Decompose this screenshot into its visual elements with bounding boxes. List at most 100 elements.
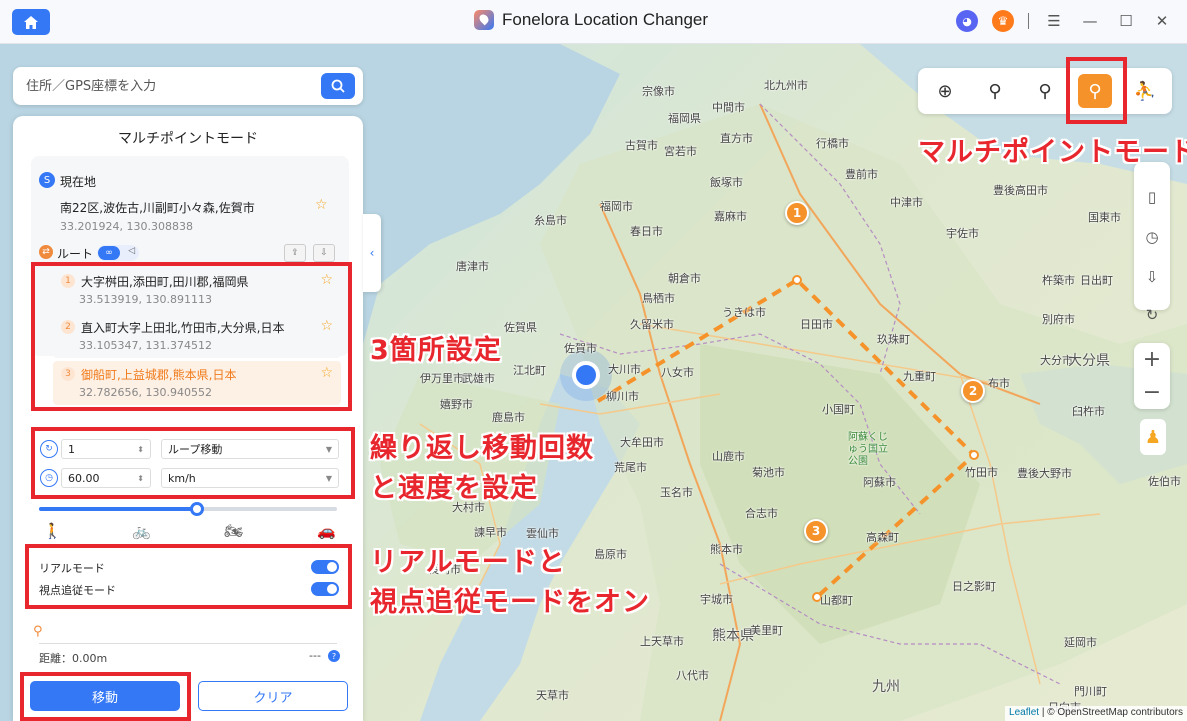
map-place-label: 宇城市 bbox=[700, 593, 733, 606]
map-place-label: 国東市 bbox=[1088, 211, 1121, 224]
distance-remaining: --- bbox=[309, 649, 321, 662]
map-place-label: 糸島市 bbox=[534, 214, 567, 227]
map-region-label: 熊本県 bbox=[712, 628, 754, 644]
import-gpx-icon[interactable]: ⇩ bbox=[1141, 266, 1163, 288]
maximize-icon[interactable]: ☐ bbox=[1115, 10, 1137, 32]
import-icon[interactable]: ⇪ bbox=[284, 244, 306, 262]
current-coords: 33.201924, 130.308838 bbox=[60, 220, 193, 233]
map-place-label: 門川町 bbox=[1074, 685, 1107, 698]
map-place-label: 北九州市 bbox=[764, 79, 808, 92]
home-button[interactable] bbox=[12, 9, 50, 35]
map-place-label: 福岡市 bbox=[600, 200, 633, 213]
osm-attribution: | © OpenStreetMap contributors bbox=[1039, 707, 1183, 718]
annotation-real-line1: リアルモードと bbox=[370, 547, 566, 578]
map-place-label: 島原市 bbox=[594, 548, 627, 561]
map-region-label: 九州 bbox=[872, 679, 900, 695]
map-place-label: 佐賀県 bbox=[504, 321, 537, 334]
annotation-multipoint: マルチポイントモード bbox=[918, 137, 1187, 168]
history-icon[interactable]: ◷ bbox=[1141, 226, 1163, 248]
app-title: Fonelora Location Changer bbox=[474, 10, 708, 30]
map-place-label: 杵築市 bbox=[1042, 274, 1075, 287]
annotation-repeat-line1: 繰り返し移動回数 bbox=[370, 433, 594, 464]
walk-icon[interactable]: 🚶 bbox=[43, 522, 62, 540]
minimize-icon[interactable]: — bbox=[1079, 10, 1101, 32]
map-place-label: 美里町 bbox=[750, 624, 783, 637]
route-mode-toggle[interactable]: ∞ ◁ bbox=[97, 245, 139, 261]
download-icon[interactable]: ⇩ bbox=[313, 244, 335, 262]
window-controls: ◕ ♛ ☰ — ☐ ✕ bbox=[956, 10, 1173, 32]
zoom-in-button[interactable]: + bbox=[1134, 343, 1170, 376]
map-place-label: 中津市 bbox=[890, 196, 923, 209]
map-place-label: 久留米市 bbox=[630, 318, 674, 331]
map-place-label: 鳥栖市 bbox=[642, 292, 675, 305]
map-place-label: 古賀市 bbox=[625, 139, 658, 152]
map-place-label: 高森町 bbox=[866, 531, 899, 544]
mode-toolbar: ⊕ ⚲ ⚲ ⚲ ⛹ bbox=[918, 68, 1172, 114]
highlight-repeat-speed bbox=[31, 427, 355, 499]
device-icon[interactable]: ▯ bbox=[1141, 186, 1163, 208]
title-bar: Fonelora Location Changer ◕ ♛ ☰ — ☐ ✕ bbox=[0, 0, 1187, 44]
bicycle-icon[interactable]: 🚲 bbox=[132, 522, 151, 540]
map-place-label: 八女市 bbox=[661, 366, 694, 379]
map-place-label: 柳川市 bbox=[606, 390, 639, 403]
map-place-label: 日出町 bbox=[1080, 274, 1113, 287]
teleport-mode-icon[interactable]: ⊕ bbox=[928, 74, 962, 108]
map-attribution: Leaflet | © OpenStreetMap contributors bbox=[1005, 706, 1187, 721]
annotation-repeat-line2: と速度を設定 bbox=[370, 473, 538, 504]
route-pin-1[interactable]: 1 bbox=[785, 201, 809, 225]
street-view-icon[interactable]: ♟ bbox=[1140, 419, 1166, 455]
map-place-label: うきは市 bbox=[722, 306, 766, 319]
current-location-label: 現在地 bbox=[60, 175, 97, 189]
search-button[interactable] bbox=[321, 73, 355, 99]
discord-icon[interactable]: ◕ bbox=[956, 10, 978, 32]
help-icon[interactable]: ? bbox=[328, 650, 340, 662]
current-address: 南22区,波佐古,川副町小々森,佐賀市 bbox=[60, 201, 255, 215]
motorcycle-icon[interactable]: 🏍 bbox=[224, 522, 243, 540]
annotation-three-points: 3箇所設定 bbox=[370, 335, 502, 366]
car-icon[interactable]: 🚗 bbox=[317, 522, 336, 540]
map-place-label: 山都町 bbox=[820, 594, 853, 607]
route-label: ルート bbox=[57, 247, 94, 261]
map-place-label: 諫早市 bbox=[474, 526, 507, 539]
map-place-label: 九重町 bbox=[903, 370, 936, 383]
map-place-label: 春日市 bbox=[630, 225, 663, 238]
crown-icon[interactable]: ♛ bbox=[992, 10, 1014, 32]
speed-slider[interactable] bbox=[39, 502, 337, 516]
search-bar bbox=[13, 67, 363, 105]
map-place-label: 嬉野市 bbox=[440, 398, 473, 411]
clear-button[interactable]: クリア bbox=[198, 681, 348, 711]
map-place-label: 日之影町 bbox=[952, 580, 996, 593]
highlight-move-button bbox=[20, 672, 191, 721]
highlight-modes bbox=[25, 544, 352, 609]
two-point-mode-icon[interactable]: ⚲ bbox=[978, 74, 1012, 108]
send-icon: ◁ bbox=[128, 246, 135, 256]
route-pin-2[interactable]: 2 bbox=[961, 379, 985, 403]
route-pin-3[interactable]: 3 bbox=[804, 519, 828, 543]
highlight-route-points bbox=[31, 262, 352, 411]
menu-icon[interactable]: ☰ bbox=[1043, 10, 1065, 32]
search-input[interactable] bbox=[26, 78, 306, 94]
refresh-icon[interactable]: ↻ bbox=[1141, 304, 1163, 326]
map-place-label: 熊本市 bbox=[710, 543, 743, 556]
start-badge: S bbox=[39, 172, 55, 188]
favorite-star-icon[interactable]: ☆ bbox=[315, 197, 328, 213]
distance-label: 距離：0.00m bbox=[39, 652, 108, 665]
map-place-label: 中間市 bbox=[712, 101, 745, 114]
speed-slider-thumb[interactable] bbox=[189, 502, 204, 516]
map-place-label: 雲仙市 bbox=[526, 527, 559, 540]
link-icon: ∞ bbox=[98, 246, 120, 260]
zoom-out-button[interactable]: − bbox=[1134, 376, 1170, 409]
map-place-label: 日田市 bbox=[800, 318, 833, 331]
map-place-label: 合志市 bbox=[745, 507, 778, 520]
leaflet-link[interactable]: Leaflet bbox=[1009, 707, 1039, 718]
jump-mode-icon[interactable]: ⛹ bbox=[1128, 74, 1162, 108]
map-place-label: 延岡市 bbox=[1064, 636, 1097, 649]
joystick-route-mode-icon[interactable]: ⚲ bbox=[1028, 74, 1062, 108]
map-place-label: 玖珠町 bbox=[877, 333, 910, 346]
map-place-label: 布市 bbox=[988, 377, 1010, 390]
collapse-panel-button[interactable]: ‹ bbox=[363, 214, 381, 292]
map-place-label: 竹田市 bbox=[965, 466, 998, 479]
map-place-label: 天草市 bbox=[536, 689, 569, 702]
close-icon[interactable]: ✕ bbox=[1151, 10, 1173, 32]
map-place-label: 小国町 bbox=[822, 403, 855, 416]
